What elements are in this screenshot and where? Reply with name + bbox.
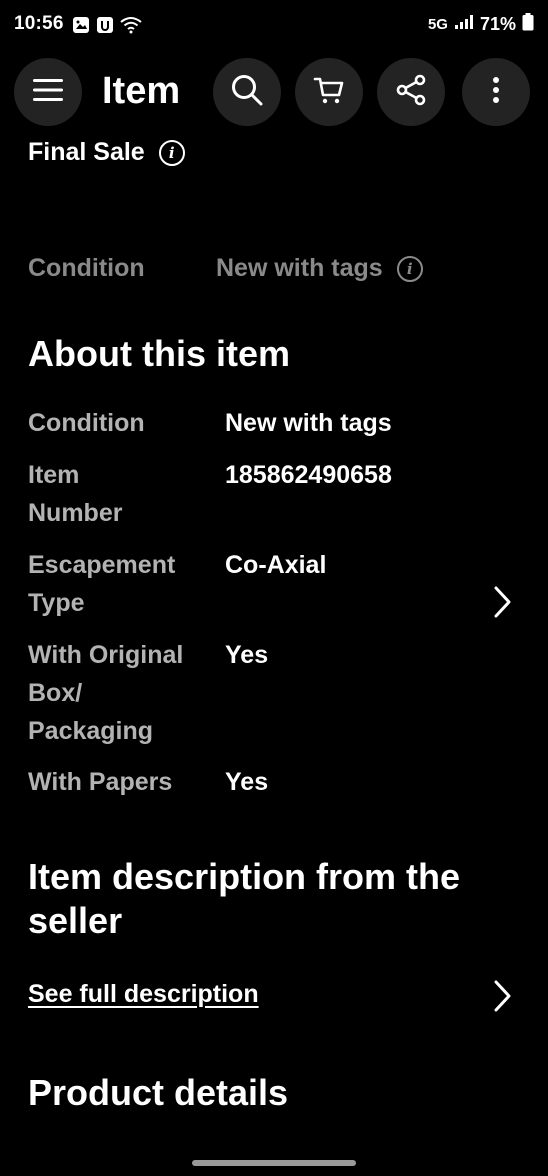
condition-label: Condition bbox=[28, 254, 145, 282]
signal-icon bbox=[454, 14, 474, 35]
wifi-icon bbox=[120, 16, 142, 39]
spec-value: 185862490658 bbox=[225, 461, 392, 489]
chevron-right-icon[interactable] bbox=[490, 584, 514, 620]
spec-key: With Original Box/ Packaging bbox=[28, 641, 184, 745]
network-type: 5G bbox=[427, 16, 448, 33]
hamburger-menu-icon bbox=[33, 78, 63, 107]
spec-key: Condition bbox=[28, 409, 145, 437]
status-time: 10:56 bbox=[14, 13, 64, 34]
about-section-title: About this item bbox=[28, 333, 290, 374]
description-section-title: Item description from the seller bbox=[28, 856, 461, 941]
home-indicator[interactable] bbox=[192, 1160, 356, 1166]
info-icon[interactable]: i bbox=[396, 255, 423, 282]
final-sale-row: Final Sale i bbox=[28, 138, 185, 167]
status-bar: 10:56 5G 71% bbox=[0, 0, 548, 50]
condition-value-group: New with tags i bbox=[216, 254, 423, 283]
info-icon[interactable]: i bbox=[158, 139, 185, 166]
chevron-right-icon[interactable] bbox=[490, 978, 514, 1014]
battery-level: 71% bbox=[479, 14, 516, 34]
final-sale-label: Final Sale bbox=[28, 138, 145, 166]
spec-value: Yes bbox=[225, 641, 269, 669]
condition-value: New with tags bbox=[216, 254, 383, 282]
battery-icon bbox=[522, 13, 534, 36]
spec-value: New with tags bbox=[225, 409, 392, 437]
cart-icon bbox=[313, 74, 345, 111]
spec-key: Escapement Type bbox=[28, 551, 176, 617]
more-options-button[interactable] bbox=[462, 58, 530, 126]
cart-button[interactable] bbox=[295, 58, 363, 126]
page-title: Item bbox=[102, 70, 181, 112]
menu-button[interactable] bbox=[14, 58, 82, 126]
share-button[interactable] bbox=[377, 58, 445, 126]
spec-key: Item Number bbox=[28, 461, 123, 527]
share-icon bbox=[395, 74, 427, 111]
see-full-description-link[interactable]: See full description bbox=[28, 980, 259, 1009]
spec-row-escapement-type[interactable]: Escapement Type Co-Axial bbox=[28, 546, 528, 626]
spec-value: Co-Axial bbox=[225, 551, 327, 579]
top-app-bar: Item bbox=[0, 58, 548, 128]
app-notification-icon bbox=[96, 16, 114, 39]
more-vertical-icon bbox=[492, 76, 500, 109]
search-button[interactable] bbox=[213, 58, 281, 126]
spec-key: With Papers bbox=[28, 768, 173, 796]
search-icon bbox=[230, 73, 264, 112]
spec-value: Yes bbox=[225, 768, 269, 796]
gallery-notification-icon bbox=[72, 16, 90, 39]
product-details-section-title: Product details bbox=[28, 1072, 289, 1113]
